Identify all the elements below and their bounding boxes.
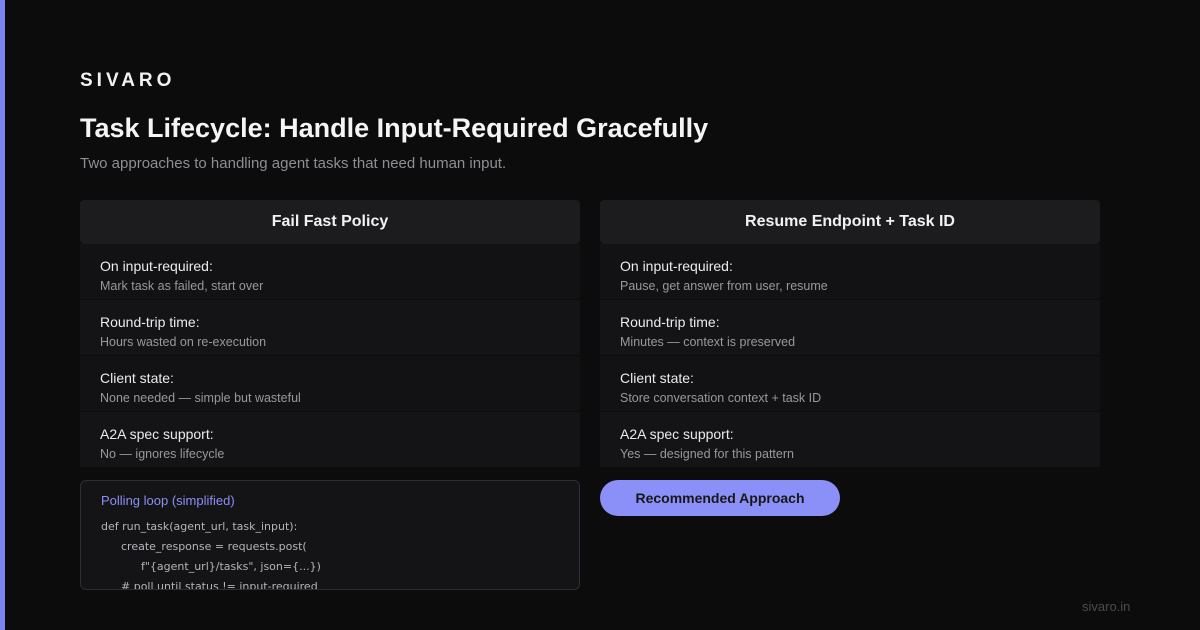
comparison-row: Client state: Store conversation context… — [600, 356, 1100, 412]
row-value: Store conversation context + task ID — [620, 391, 822, 405]
row-value: Mark task as failed, start over — [100, 279, 264, 293]
comparison-rows: On input-required: Pause, get answer fro… — [600, 244, 1100, 468]
row-value: Yes — designed for this pattern — [620, 447, 794, 461]
fail-fast-column: Fail Fast Policy On input-required: Mark… — [80, 200, 580, 468]
row-label: On input-required: — [620, 258, 733, 274]
column-header: Fail Fast Policy — [80, 200, 580, 244]
row-label: A2A spec support: — [620, 426, 734, 442]
comparison-row: A2A spec support: Yes — designed for thi… — [600, 412, 1100, 468]
comparison-row: A2A spec support: No — ignores lifecycle — [80, 412, 580, 468]
comparison-row: Client state: None needed — simple but w… — [80, 356, 580, 412]
code-line: # poll until status != input-required — [121, 580, 318, 590]
code-title: Polling loop (simplified) — [101, 493, 235, 508]
comparison-rows: On input-required: Mark task as failed, … — [80, 244, 580, 468]
accent-bar — [0, 0, 5, 630]
column-header: Resume Endpoint + Task ID — [600, 200, 1100, 244]
row-label: Client state: — [620, 370, 694, 386]
page-subtitle: Two approaches to handling agent tasks t… — [80, 155, 507, 172]
row-value: Pause, get answer from user, resume — [620, 279, 828, 293]
footer-url[interactable]: sivaro.in — [1082, 599, 1130, 614]
comparison-row: Round-trip time: Minutes — context is pr… — [600, 300, 1100, 356]
page-title: Task Lifecycle: Handle Input-Required Gr… — [80, 113, 709, 143]
recommended-approach-button[interactable]: Recommended Approach — [600, 480, 840, 516]
code-snippet: Polling loop (simplified) def run_task(a… — [80, 480, 580, 590]
code-line: def run_task(agent_url, task_input): — [101, 520, 298, 533]
row-value: None needed — simple but wasteful — [100, 391, 301, 405]
row-value: Minutes — context is preserved — [620, 335, 796, 349]
code-line: create_response = requests.post( — [121, 540, 307, 553]
comparison-row: Round-trip time: Hours wasted on re-exec… — [80, 300, 580, 356]
row-label: Round-trip time: — [100, 314, 200, 330]
row-label: A2A spec support: — [100, 426, 214, 442]
row-value: No — ignores lifecycle — [100, 447, 225, 461]
row-label: Client state: — [100, 370, 174, 386]
row-label: Round-trip time: — [620, 314, 720, 330]
comparison-row: On input-required: Pause, get answer fro… — [600, 244, 1100, 300]
comparison-row: On input-required: Mark task as failed, … — [80, 244, 580, 300]
row-label: On input-required: — [100, 258, 213, 274]
row-value: Hours wasted on re-execution — [100, 335, 267, 349]
brand-logo: SIVARO — [80, 70, 176, 91]
code-line: f"{agent_url}/tasks", json={...}) — [141, 560, 321, 573]
resume-endpoint-column: Resume Endpoint + Task ID On input-requi… — [600, 200, 1100, 468]
